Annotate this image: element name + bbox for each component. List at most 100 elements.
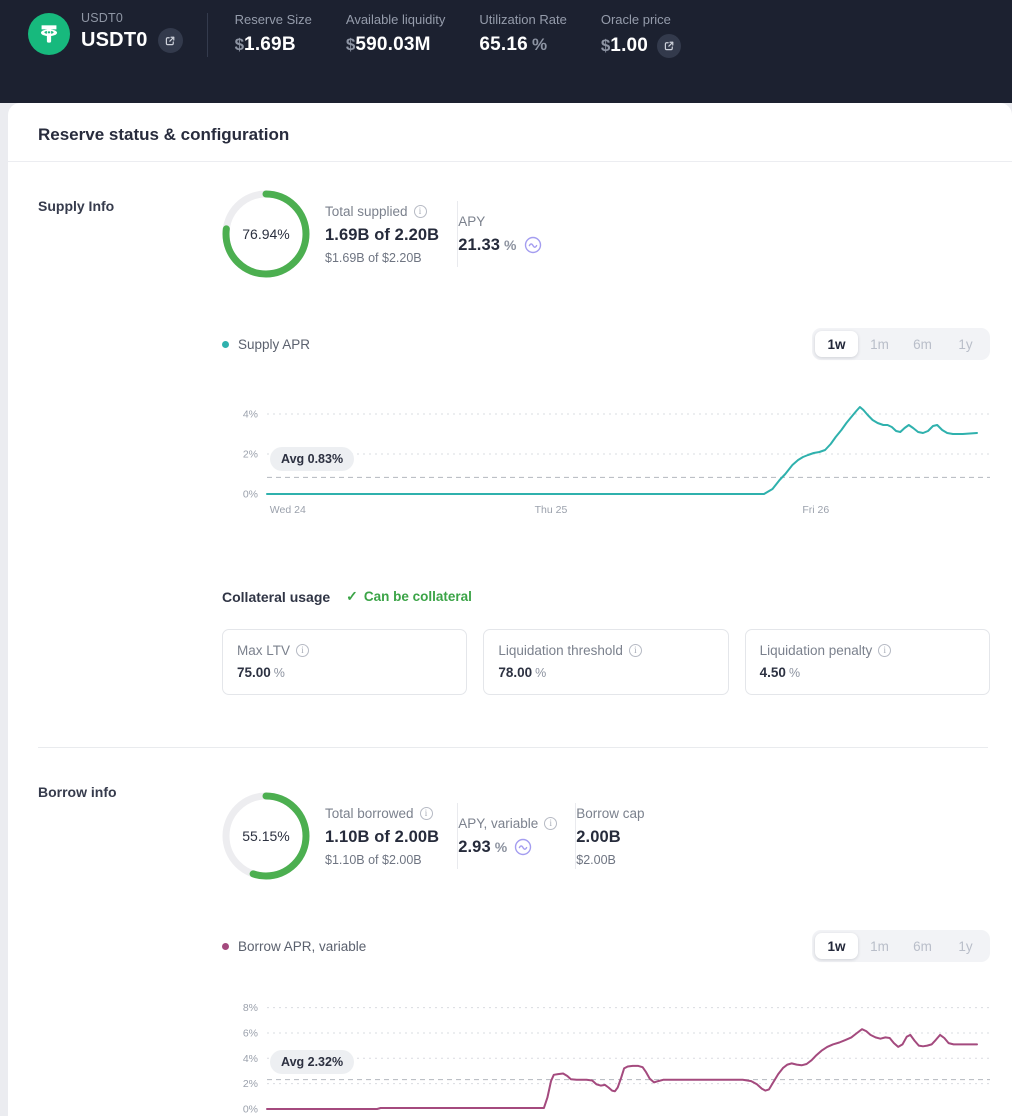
liquidation-penalty-value: 4.50 bbox=[760, 665, 786, 680]
reserve-header: USDT0 USDT0 Reserve Size $ 1.69B bbox=[0, 0, 1012, 103]
total-supplied-block: Total supplied i 1.69B of 2.20B $1.69B o… bbox=[325, 204, 457, 265]
external-link-icon bbox=[164, 35, 176, 47]
borrow-avg-badge: Avg 2.32% bbox=[270, 1050, 354, 1074]
borrow-apy-block: APY, variable i 2.93 % bbox=[458, 816, 575, 857]
svg-text:2%: 2% bbox=[243, 449, 258, 461]
borrow-overview: 55.15% Total borrowed i 1.10B of 2.00B $… bbox=[222, 792, 990, 880]
svg-text:8%: 8% bbox=[243, 1002, 258, 1014]
total-borrowed-value: 1.10B of 2.00B bbox=[325, 828, 439, 847]
total-supplied-usd: $1.69B of $2.20B bbox=[325, 251, 439, 265]
svg-text:4%: 4% bbox=[243, 1053, 258, 1065]
supply-section-label: Supply Info bbox=[38, 162, 222, 695]
stat-value: 1.69B bbox=[244, 34, 296, 56]
borrow-section-label: Borrow info bbox=[38, 748, 222, 1116]
supply-apy-label: APY bbox=[458, 214, 485, 229]
total-supplied-label: Total supplied bbox=[325, 204, 408, 219]
range-button-1w[interactable]: 1w bbox=[815, 331, 858, 357]
merit-incentive-icon[interactable] bbox=[514, 838, 532, 856]
supply-range-control: 1w 1m 6m 1y bbox=[812, 328, 990, 360]
stat-oracle-price: Oracle price $ 1.00 bbox=[601, 12, 681, 58]
liquidation-penalty-box: Liquidation penalty i 4.50 % bbox=[745, 629, 990, 695]
tether-logo-icon bbox=[36, 21, 62, 47]
check-icon: ✓ bbox=[346, 588, 358, 605]
supply-avg-badge: Avg 0.83% bbox=[270, 447, 354, 471]
supply-apr-legend-label: Supply APR bbox=[238, 337, 310, 352]
range-button-1y[interactable]: 1y bbox=[944, 933, 987, 959]
liquidation-threshold-value: 78.00 bbox=[498, 665, 532, 680]
supply-apr-legend-dot bbox=[222, 341, 229, 348]
svg-text:6%: 6% bbox=[243, 1027, 258, 1039]
borrow-ring-percent: 55.15% bbox=[222, 792, 310, 880]
max-ltv-box: Max LTV i 75.00 % bbox=[222, 629, 467, 695]
borrow-utilization-ring: 55.15% bbox=[222, 792, 310, 880]
liquidation-penalty-label: Liquidation penalty bbox=[760, 643, 873, 658]
token-external-link-button[interactable] bbox=[158, 28, 183, 53]
range-button-6m[interactable]: 6m bbox=[901, 331, 944, 357]
supply-apy-value: 21.33 bbox=[458, 236, 500, 255]
stat-value: 65.16 bbox=[479, 34, 528, 56]
borrow-apr-legend-dot bbox=[222, 943, 229, 950]
supply-section: Supply Info 76.94% Total supplied i bbox=[8, 162, 1012, 695]
external-link-icon bbox=[663, 40, 675, 52]
total-supplied-value: 1.69B of 2.20B bbox=[325, 226, 439, 245]
supply-apr-legend-row: Supply APR 1w 1m 6m 1y bbox=[222, 328, 990, 360]
borrow-apr-legend-label: Borrow APR, variable bbox=[238, 939, 366, 954]
percent-suffix: % bbox=[274, 666, 285, 680]
info-icon[interactable]: i bbox=[296, 644, 309, 657]
borrow-cap-block: Borrow cap 2.00B $2.00B bbox=[576, 806, 662, 867]
svg-text:4%: 4% bbox=[243, 409, 258, 421]
page-title: Reserve status & configuration bbox=[8, 103, 1012, 162]
range-button-1w[interactable]: 1w bbox=[815, 933, 858, 959]
info-icon[interactable]: i bbox=[629, 644, 642, 657]
percent-suffix: % bbox=[789, 666, 800, 680]
range-button-1y[interactable]: 1y bbox=[944, 331, 987, 357]
stat-label: Available liquidity bbox=[346, 12, 446, 27]
header-divider bbox=[207, 13, 208, 57]
stat-label: Reserve Size bbox=[235, 12, 312, 27]
info-icon[interactable]: i bbox=[420, 807, 433, 820]
svg-text:Wed 24: Wed 24 bbox=[270, 504, 306, 516]
info-icon[interactable]: i bbox=[544, 817, 557, 830]
borrow-apr-legend-row: Borrow APR, variable 1w 1m 6m 1y bbox=[222, 930, 990, 962]
borrow-apy-label: APY, variable bbox=[458, 816, 538, 831]
supply-overview: 76.94% Total supplied i 1.69B of 2.20B $… bbox=[222, 190, 990, 278]
reserve-card: Reserve status & configuration Supply In… bbox=[8, 103, 1012, 1116]
liquidation-threshold-label: Liquidation threshold bbox=[498, 643, 623, 658]
borrow-cap-label: Borrow cap bbox=[576, 806, 644, 821]
percent-suffix: % bbox=[495, 839, 508, 855]
info-icon[interactable]: i bbox=[878, 644, 891, 657]
header-stats: Reserve Size $ 1.69B Available liquidity… bbox=[235, 12, 682, 58]
info-icon[interactable]: i bbox=[414, 205, 427, 218]
stat-label: Oracle price bbox=[601, 12, 681, 27]
usdt0-token-icon bbox=[28, 13, 70, 55]
stat-utilization-rate: Utilization Rate 65.16 % bbox=[479, 12, 566, 58]
currency-prefix: $ bbox=[235, 35, 244, 55]
stat-reserve-size: Reserve Size $ 1.69B bbox=[235, 12, 312, 58]
max-ltv-value: 75.00 bbox=[237, 665, 271, 680]
percent-suffix: % bbox=[504, 237, 517, 253]
supply-utilization-ring: 76.94% bbox=[222, 190, 310, 278]
merit-incentive-icon[interactable] bbox=[524, 236, 542, 254]
max-ltv-label: Max LTV bbox=[237, 643, 290, 658]
range-button-6m[interactable]: 6m bbox=[901, 933, 944, 959]
stat-value: 1.00 bbox=[610, 35, 648, 57]
range-button-1m[interactable]: 1m bbox=[858, 331, 901, 357]
collateral-usage-label: Collateral usage bbox=[222, 589, 330, 605]
percent-suffix: % bbox=[532, 35, 547, 55]
svg-text:Fri 26: Fri 26 bbox=[802, 504, 829, 516]
oracle-external-link-button[interactable] bbox=[657, 34, 681, 58]
collateral-boxes: Max LTV i 75.00 % Liquidation threshold … bbox=[222, 629, 990, 695]
range-button-1m[interactable]: 1m bbox=[858, 933, 901, 959]
liquidation-threshold-box: Liquidation threshold i 78.00 % bbox=[483, 629, 728, 695]
stat-available-liquidity: Available liquidity $ 590.03M bbox=[346, 12, 446, 58]
token-group: USDT0 USDT0 bbox=[28, 11, 183, 55]
borrow-apy-value: 2.93 bbox=[458, 838, 491, 857]
supply-apr-chart: 0%2%4%Wed 24Thu 25Fri 26 Avg 0.83% bbox=[222, 386, 990, 526]
collateral-status: ✓ Can be collateral bbox=[346, 588, 472, 605]
borrow-section: Borrow info 55.15% Total borrowed i bbox=[8, 748, 1012, 1116]
borrow-apr-chart: 0%2%4%6%8%Wed 24Thu 25Fri 26 Avg 2.32% bbox=[222, 988, 990, 1116]
token-symbol-small: USDT0 bbox=[81, 11, 183, 25]
token-name: USDT0 bbox=[81, 29, 148, 52]
currency-prefix: $ bbox=[601, 36, 610, 56]
borrow-cap-usd: $2.00B bbox=[576, 853, 644, 867]
